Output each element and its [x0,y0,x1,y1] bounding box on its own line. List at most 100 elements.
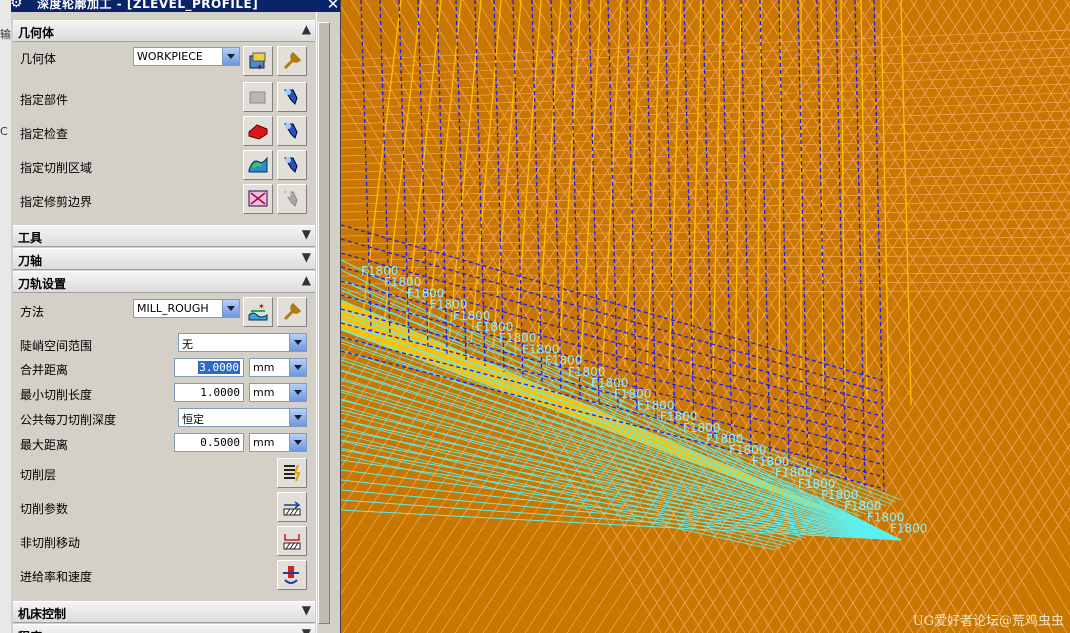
feeds-speeds-button[interactable] [277,560,307,590]
specify-part-button[interactable] [243,82,273,112]
section-geometry[interactable]: 几何体 ▲ [13,20,315,42]
steep-value: 无 [182,338,193,351]
svg-text:✶: ✶ [258,302,265,311]
min-cut-length-input[interactable]: 1.0000 [174,383,244,402]
specify-check-label: 指定检查 [20,127,69,141]
wire-line [972,486,1070,633]
scrollbar-thumb[interactable] [318,22,330,624]
new-method-icon: ✶ [248,302,268,321]
operation-dialog: ⚙ 深度轮廓加工 - [ZLEVEL_PROFILE] ✕ 几何体 ▲ 几何体 … [11,0,341,633]
display-trim-button[interactable] [277,184,307,214]
new-geometry-button[interactable]: ✶ [243,46,273,76]
toolpath-dash [607,0,619,409]
toolpath-dash [854,0,866,487]
specify-cut-area-label: 指定切削区域 [20,161,93,175]
specify-cut-area-button[interactable] [243,150,273,180]
cut-params-button[interactable] [277,492,307,522]
watermark: UG爱好者论坛@荒鸡虫虫 [912,614,1064,629]
geometry-value: WORKPIECE [137,50,203,63]
maxdist-unit-select[interactable]: mm [249,433,307,452]
section-tool[interactable]: 工具 ▼ [13,225,315,247]
section-axis[interactable]: 刀轴 ▼ [13,248,315,270]
panel-scrollbar[interactable] [316,12,330,633]
strip-text-1: 输 [0,28,11,41]
specify-check-button[interactable] [243,116,273,146]
toolpath-dash [683,0,695,433]
wire-line [341,200,1070,213]
wire-line [341,236,1070,245]
wire-line [341,155,1070,173]
wire-line [341,0,722,574]
merge-distance-input[interactable]: 3.0000 [174,358,244,377]
merge-unit-select[interactable]: mm [249,358,307,377]
graphics-viewport[interactable]: F1800 F1800 F1800 F1800 F1800 F1800 F1800 F1800… [341,0,1070,633]
wire-line [341,47,1070,77]
chevron-down-icon [289,359,306,376]
section-path-settings[interactable]: 刀轨设置 ▲ [13,271,315,293]
dialog-title: 深度轮廓加工 - [ZLEVEL_PROFILE] [37,0,259,11]
edit-method-button[interactable] [277,297,307,327]
flashlight-icon [284,89,298,105]
svg-text:✶: ✶ [256,63,264,72]
max-distance-value: 0.5000 [200,436,240,449]
method-select[interactable]: MILL_ROUGH [133,299,240,318]
chevron-down-icon: ▼ [301,227,311,241]
wire-line [341,0,708,553]
toolpath-canvas: F1800F1800F1800F1800F1800F1800F1800F1800… [341,0,1070,633]
section-machine-control[interactable]: 机床控制 ▼ [13,601,315,623]
part-curve [900,0,912,406]
depth-per-cut-label: 公共每刀切削深度 [20,413,117,427]
flashlight-icon [284,157,298,173]
feeds-speeds-label: 进给率和速度 [20,570,93,584]
merge-unit-value: mm [253,361,275,374]
display-check-button[interactable] [277,116,307,146]
edit-geometry-button[interactable] [277,46,307,76]
close-button[interactable]: ✕ [326,0,340,12]
chevron-down-icon: ▼ [301,626,311,633]
wire-line [874,338,1070,633]
toolpath-dash [569,0,581,397]
section-geometry-label: 几何体 [18,26,55,40]
wire-line [896,0,1070,289]
depth-per-cut-value: 恒定 [182,413,204,426]
non-cut-moves-label: 非切削移动 [20,536,81,550]
minlen-unit-select[interactable]: mm [249,383,307,402]
chevron-down-icon [289,434,306,451]
depth-per-cut-select[interactable]: 恒定 [178,408,307,427]
flashlight-icon [284,123,298,139]
strip-text-2: C [0,125,8,138]
method-value: MILL_ROUGH [137,302,209,315]
cut-params-label: 切削参数 [20,502,69,516]
section-machine-control-label: 机床控制 [18,607,67,621]
wrench-icon [283,302,302,321]
display-part-button[interactable] [277,82,307,112]
geometry-select[interactable]: WORKPIECE [133,47,240,66]
display-cut-area-button[interactable] [277,150,307,180]
check-geometry-icon [248,124,268,140]
section-tool-label: 工具 [18,231,43,245]
non-cut-moves-button[interactable] [277,526,307,556]
feeds-speeds-icon [283,566,299,584]
dialog-titlebar[interactable]: ⚙ 深度轮廓加工 - [ZLEVEL_PROFILE] ✕ [11,0,340,12]
wire-line [341,29,1070,61]
max-distance-label: 最大距离 [20,438,69,452]
cut-levels-button[interactable] [277,458,307,488]
part-curve [734,0,742,382]
gear-icon: ⚙ [11,0,23,11]
new-method-button[interactable]: ✶ [243,297,273,327]
wire-line [1036,0,1070,56]
chevron-up-icon: ▲ [301,273,311,287]
toolpath-dash [512,0,524,379]
specify-trim-button[interactable] [243,184,273,214]
chevron-down-icon [289,409,306,426]
section-program[interactable]: 程序 ▼ [13,624,315,633]
chevron-down-icon: ▼ [301,250,311,264]
min-cut-length-label: 最小切削长度 [20,388,93,402]
chevron-down-icon [222,300,239,317]
wire-line [341,164,1070,181]
section-program-label: 程序 [18,628,42,633]
flashlight-icon [284,191,298,207]
steep-select[interactable]: 无 [178,333,307,352]
max-distance-input[interactable]: 0.5000 [174,433,244,452]
rapid-line [341,321,872,513]
